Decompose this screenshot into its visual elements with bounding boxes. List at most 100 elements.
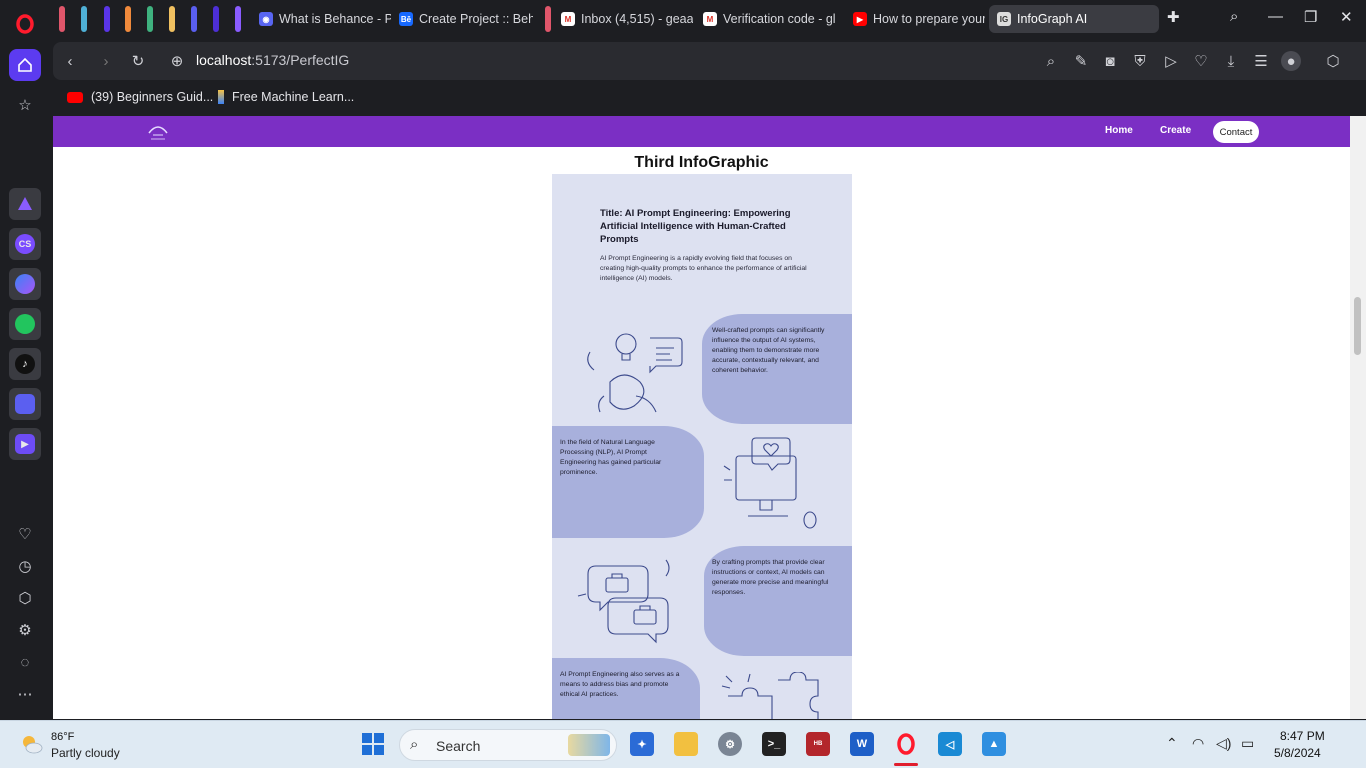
extensions-cube-icon[interactable]: ⬡	[1323, 51, 1343, 71]
easy-setup-icon[interactable]: ☰	[1251, 51, 1271, 71]
nav-create-link[interactable]: Create	[1160, 125, 1191, 136]
camera-snapshot-icon[interactable]: ◙	[1100, 51, 1120, 71]
bookmark-item[interactable]: (39) Beginners Guid...	[67, 90, 213, 104]
tab-behance-what-is[interactable]: ◉ What is Behance - Po	[251, 5, 391, 33]
reload-icon[interactable]: ↻	[128, 51, 148, 71]
forward-arrow-icon[interactable]: ›	[96, 51, 116, 71]
weather-icon[interactable]	[18, 731, 44, 757]
tab-gmail-inbox[interactable]: M Inbox (4,515) - geaak	[553, 5, 693, 33]
home-icon[interactable]	[9, 49, 41, 81]
opera-sidebar: ☆ CS ♪ ▶ ♡ ◷ ⬡ ⚙ ◌ ⋯	[0, 0, 50, 720]
url-path: :5173/PerfectIG	[251, 52, 350, 68]
tab-island-pill[interactable]	[213, 6, 219, 32]
photos-app-icon[interactable]: ▲	[982, 732, 1006, 756]
scrollbar-thumb[interactable]	[1354, 297, 1361, 355]
tab-island-pill[interactable]	[59, 6, 65, 32]
gmail-icon: M	[561, 12, 575, 26]
tab-infograph-ai[interactable]: IG InfoGraph AI	[989, 5, 1159, 33]
messenger-icon[interactable]	[9, 268, 41, 300]
tab-island-pill[interactable]	[235, 6, 241, 32]
search-highlight-icon	[568, 734, 610, 756]
bookmark-item[interactable]: Free Machine Learn...	[218, 90, 354, 104]
tray-chevron-icon[interactable]: ⌃	[1166, 735, 1178, 752]
tab-title: Inbox (4,515) - geaak	[581, 12, 693, 26]
section-text: In the field of Natural Language Process…	[560, 439, 662, 476]
tab-island-pill[interactable]	[81, 6, 87, 32]
tab-island-pill[interactable]	[104, 6, 110, 32]
section-text: By crafting prompts that provide clear i…	[712, 559, 829, 596]
nav-contact-button[interactable]: Contact	[1213, 121, 1259, 143]
downloads-icon[interactable]: ⤓	[1221, 51, 1241, 71]
opera-taskbar-icon[interactable]	[894, 732, 918, 756]
infographic-intro: AI Prompt Engineering is a rapidly evolv…	[600, 255, 807, 282]
cube-icon[interactable]: ⬡	[9, 582, 41, 614]
vscode-app-icon[interactable]: ◁	[938, 732, 962, 756]
gmail-icon: M	[703, 12, 717, 26]
tab-group-pill[interactable]	[545, 6, 551, 32]
site-navbar: Home Create Contact	[53, 116, 1350, 147]
copilot-app-icon[interactable]: ✦	[630, 732, 654, 756]
file-explorer-icon[interactable]	[674, 732, 698, 756]
clock-time[interactable]: 8:47 PM	[1280, 729, 1325, 743]
site-logo-icon[interactable]	[145, 119, 171, 143]
history-clock-icon[interactable]: ◷	[9, 550, 41, 582]
search-page-icon[interactable]: ⌕	[1041, 51, 1061, 71]
weather-temperature[interactable]: 86°F	[51, 731, 74, 743]
tiktok-icon[interactable]: ♪	[9, 348, 41, 380]
player-icon[interactable]: ▷	[1161, 51, 1181, 71]
opera-active-indicator	[894, 763, 918, 766]
section-text: AI Prompt Engineering also serves as a m…	[560, 671, 680, 698]
aria-app-icon[interactable]	[9, 188, 41, 220]
minimize-icon[interactable]: —	[1268, 8, 1283, 25]
tab-island-pill[interactable]	[191, 6, 197, 32]
tab-search-icon[interactable]: ⌕	[1230, 8, 1238, 25]
profile-avatar-icon[interactable]: ●	[1281, 51, 1301, 71]
discord-icon: ◉	[259, 12, 273, 26]
tab-island-pill[interactable]	[169, 6, 175, 32]
search-label: Search	[436, 738, 481, 754]
settings-app-icon[interactable]: ⚙	[718, 732, 742, 756]
address-bar-url[interactable]: localhost:5173/PerfectIG	[196, 52, 349, 68]
bookmark-icon	[218, 90, 224, 104]
heart-icon[interactable]: ♡	[9, 518, 41, 550]
nav-home-link[interactable]: Home	[1105, 125, 1133, 136]
page-scrollbar[interactable]	[1350, 116, 1366, 719]
clock-date[interactable]: 5/8/2024	[1274, 746, 1321, 760]
edit-icon[interactable]: ✎	[1071, 51, 1091, 71]
site-info-globe-icon[interactable]: ⊕	[167, 51, 187, 71]
cs-app-icon[interactable]: CS	[9, 228, 41, 260]
more-dots-icon[interactable]: ⋯	[9, 678, 41, 710]
player-app-icon[interactable]: ▶	[9, 428, 41, 460]
terminal-app-icon[interactable]: >_	[762, 732, 786, 756]
volume-icon[interactable]: ◁)	[1216, 735, 1231, 752]
favorites-heart-icon[interactable]: ♡	[1191, 51, 1211, 71]
battery-icon[interactable]: ▭	[1241, 735, 1254, 752]
lightbulb-icon[interactable]: ◌	[9, 646, 41, 678]
close-window-icon[interactable]: ✕	[1340, 8, 1353, 26]
vpn-shield-icon[interactable]: ⛨	[1130, 51, 1150, 71]
tab-island-pill[interactable]	[125, 6, 131, 32]
youtube-icon: ▶	[853, 12, 867, 26]
restore-icon[interactable]: ❐	[1304, 8, 1317, 26]
taskbar-search-box[interactable]: ⌕ Search	[399, 729, 617, 761]
wifi-icon[interactable]: ◠	[1192, 735, 1204, 752]
tab-island-pill[interactable]	[147, 6, 153, 32]
tab-youtube[interactable]: ▶ How to prepare your	[845, 5, 985, 33]
behance-icon: Bē	[399, 12, 413, 26]
settings-gear-icon[interactable]: ⚙	[9, 614, 41, 646]
page-title: Third InfoGraphic	[634, 154, 769, 171]
speed-dial-star-icon[interactable]: ☆	[9, 89, 41, 121]
new-tab-plus-icon[interactable]: ✚	[1167, 8, 1180, 26]
tab-behance-create[interactable]: Bē Create Project :: Beha	[391, 5, 533, 33]
music-app-icon[interactable]	[9, 388, 41, 420]
address-toolbar: ‹ › ↻ ⊕ localhost:5173/PerfectIG ⌕ ✎ ◙ ⛨…	[53, 42, 1366, 80]
weather-description[interactable]: Partly cloudy	[51, 746, 120, 760]
tab-gmail-verification[interactable]: M Verification code - gl	[695, 5, 841, 33]
word-app-icon[interactable]: W	[850, 732, 874, 756]
windows-start-icon[interactable]	[362, 733, 384, 755]
bible-app-icon[interactable]: HB	[806, 732, 830, 756]
whatsapp-icon[interactable]	[9, 308, 41, 340]
opera-logo-icon[interactable]	[9, 8, 41, 40]
back-arrow-icon[interactable]: ‹	[60, 51, 80, 71]
url-host: localhost	[196, 52, 252, 68]
